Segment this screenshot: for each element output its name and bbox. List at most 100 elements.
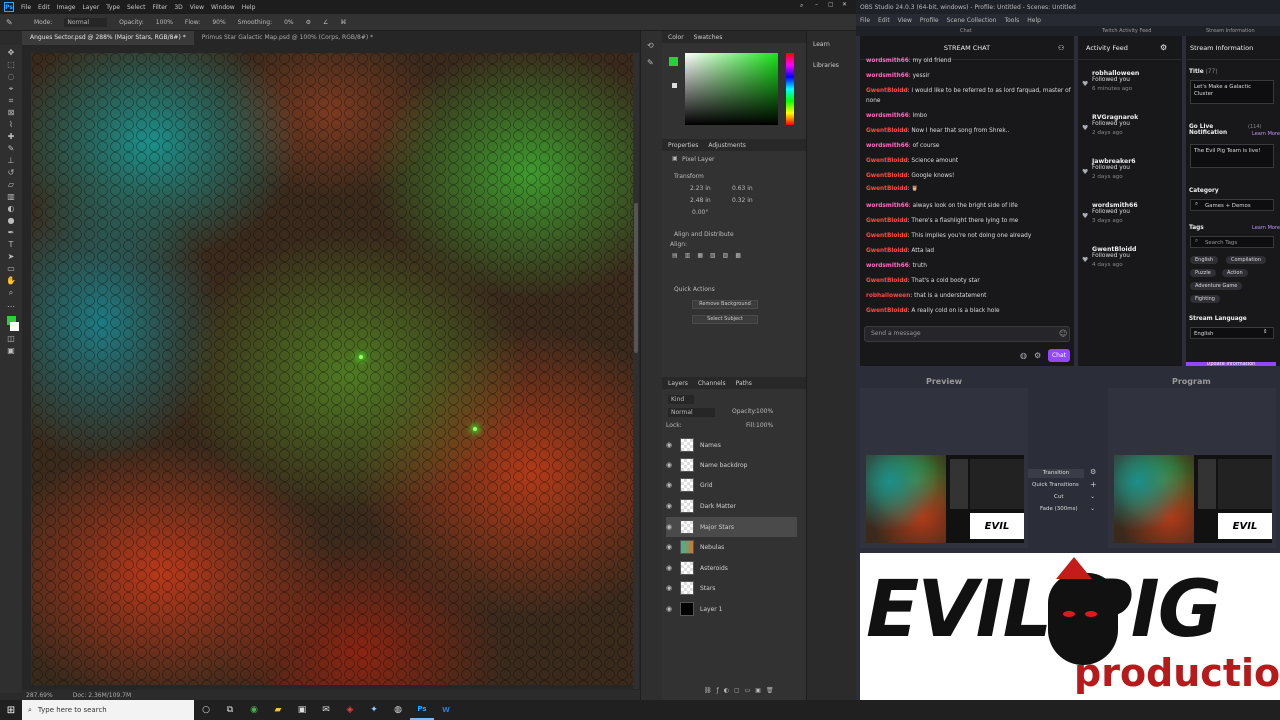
- cortana-icon[interactable]: ○: [194, 700, 218, 720]
- ps-menu-filter[interactable]: Filter: [153, 4, 168, 11]
- update-information-button[interactable]: Update Information: [1186, 362, 1276, 366]
- chevron-down-icon[interactable]: ⌄: [1090, 505, 1095, 512]
- ps-menu-type[interactable]: Type: [106, 4, 120, 11]
- tag-chip[interactable]: Puzzle: [1190, 269, 1216, 277]
- windows-start-icon[interactable]: ⊞: [0, 700, 22, 720]
- go-live-input[interactable]: The Evil Pig Team is live!: [1190, 144, 1274, 168]
- cut-transition[interactable]: Cut: [1054, 494, 1063, 500]
- clone-stamp-tool-icon[interactable]: ⊥: [6, 156, 16, 165]
- language-select[interactable]: English ⇕: [1190, 327, 1274, 339]
- layer-row[interactable]: ◉ Grid: [666, 475, 797, 495]
- tab-angues-sector[interactable]: Angues Sector.psd @ 288% (Major Stars, R…: [22, 31, 194, 45]
- tag-chip[interactable]: Fighting: [1190, 295, 1220, 303]
- tab-swatches[interactable]: Swatches: [694, 34, 723, 41]
- layer-row[interactable]: ◉ Nebulas: [666, 537, 797, 557]
- gear-icon[interactable]: ⚙: [306, 19, 311, 26]
- chat-username[interactable]: GwentBloidd: [866, 248, 908, 254]
- galaxy-map-canvas[interactable]: [31, 53, 633, 685]
- learn-panel-button[interactable]: Learn: [813, 41, 856, 48]
- chat-username[interactable]: wordsmith66: [866, 203, 909, 209]
- obs-icon[interactable]: ◍: [386, 700, 410, 720]
- category-input[interactable]: ⌕ Games + Demos: [1190, 199, 1274, 211]
- tag-search-input[interactable]: ⌕ Search Tags: [1190, 236, 1274, 248]
- obs-menu-tools[interactable]: Tools: [1004, 17, 1019, 24]
- obs-menu-view[interactable]: View: [898, 17, 912, 24]
- activity-item[interactable]: ♥ Jawbreaker6 Followed you 2 days ago: [1082, 158, 1178, 180]
- dodge-tool-icon[interactable]: ●: [6, 216, 16, 225]
- flow-value[interactable]: 90%: [212, 19, 225, 26]
- pen-tool-icon[interactable]: ✒: [6, 228, 16, 237]
- chat-username[interactable]: GwentBloidd: [866, 128, 908, 134]
- libraries-panel-button[interactable]: Libraries: [813, 62, 856, 69]
- maximize-icon[interactable]: ▢: [828, 1, 834, 8]
- transition-button[interactable]: Transition: [1028, 469, 1084, 478]
- tab-properties[interactable]: Properties: [668, 142, 698, 149]
- ps-menu-select[interactable]: Select: [127, 4, 146, 11]
- blur-tool-icon[interactable]: ◐: [6, 204, 16, 213]
- mail-icon[interactable]: ✉: [314, 700, 338, 720]
- layer-row[interactable]: ◉ Stars: [666, 578, 797, 598]
- canvas-vertical-scrollbar[interactable]: [633, 53, 639, 689]
- eyedropper-tool-icon[interactable]: ⌇: [6, 120, 16, 129]
- obs-menu-scene-collection[interactable]: Scene Collection: [947, 17, 997, 24]
- canvas-area[interactable]: [22, 45, 640, 693]
- chat-username[interactable]: wordsmith66: [866, 58, 909, 64]
- chat-input[interactable]: Send a message ☺: [864, 326, 1070, 342]
- brush-icon[interactable]: ✎: [6, 18, 13, 27]
- eye-icon[interactable]: ◉: [666, 584, 674, 592]
- remove-background-button[interactable]: Remove Background: [692, 300, 758, 309]
- scrollbar-thumb[interactable]: [634, 203, 638, 353]
- select-subject-button[interactable]: Select Subject: [692, 315, 758, 324]
- obs-menu-profile[interactable]: Profile: [920, 17, 939, 24]
- more-tools-icon[interactable]: …: [6, 300, 16, 309]
- eraser-tool-icon[interactable]: ▱: [6, 180, 16, 189]
- tag-chip[interactable]: Action: [1222, 269, 1248, 277]
- file-explorer-icon[interactable]: ▰: [266, 700, 290, 720]
- gear-icon[interactable]: ⚙: [1090, 468, 1096, 476]
- tab-layers[interactable]: Layers: [668, 380, 688, 387]
- obs-menu-file[interactable]: File: [860, 17, 870, 24]
- obs-menu-edit[interactable]: Edit: [878, 17, 890, 24]
- eye-icon[interactable]: ◉: [666, 605, 674, 613]
- chevron-down-icon[interactable]: ⌄: [1090, 493, 1095, 500]
- healing-tool-icon[interactable]: ✚: [6, 132, 16, 141]
- chat-username[interactable]: GwentBloidd: [866, 88, 908, 94]
- layer-row[interactable]: ◉ Name backdrop: [666, 455, 797, 475]
- lasso-tool-icon[interactable]: ◌: [6, 72, 16, 81]
- marquee-tool-icon[interactable]: ⬚: [6, 60, 16, 69]
- chat-username[interactable]: GwentBloidd: [866, 218, 908, 224]
- activity-item[interactable]: ♥ robhalloween Followed you 6 minutes ago: [1082, 70, 1178, 92]
- gradient-tool-icon[interactable]: ▥: [6, 192, 16, 201]
- activity-item[interactable]: ♥ wordsmith66 Followed you 3 days ago: [1082, 202, 1178, 224]
- photoshop-taskbar-icon[interactable]: Ps: [410, 700, 434, 720]
- opacity-value[interactable]: 100%: [156, 19, 173, 26]
- emote-icon[interactable]: ☺: [1059, 329, 1067, 338]
- color-picker-field[interactable]: [685, 53, 778, 125]
- layer-row[interactable]: ◉ Asteroids: [666, 558, 797, 578]
- ps-menu-window[interactable]: Window: [211, 4, 235, 11]
- eye-icon[interactable]: ◉: [666, 564, 674, 572]
- eye-icon[interactable]: ◉: [666, 502, 674, 510]
- symmetry-icon[interactable]: ⌘: [340, 19, 346, 26]
- tags-learn-more-link[interactable]: Learn More: [1252, 225, 1280, 231]
- eye-icon[interactable]: ◉: [666, 523, 674, 531]
- layer-blend-mode[interactable]: Normal: [668, 408, 715, 417]
- zoom-level[interactable]: 287.69%: [26, 692, 53, 699]
- activity-item[interactable]: ♥ RVGragnarok Followed you 2 days ago: [1082, 114, 1178, 136]
- angle-icon[interactable]: ∠: [323, 19, 328, 26]
- layer-opacity[interactable]: 100%: [756, 408, 773, 415]
- move-tool-icon[interactable]: ✥: [6, 48, 16, 57]
- quick-select-tool-icon[interactable]: ⌖: [6, 84, 16, 93]
- crop-tool-icon[interactable]: ⌗: [6, 96, 16, 105]
- add-icon[interactable]: +: [1090, 480, 1097, 489]
- layer-fill[interactable]: 100%: [756, 422, 773, 429]
- history-icon[interactable]: ⟲: [647, 41, 662, 50]
- word-icon[interactable]: W: [434, 700, 458, 720]
- close-icon[interactable]: ✕: [842, 1, 847, 8]
- shape-tool-icon[interactable]: ▭: [6, 264, 16, 273]
- frame-tool-icon[interactable]: ⊠: [6, 108, 16, 117]
- chrome-icon[interactable]: ◉: [242, 700, 266, 720]
- ps-menu-image[interactable]: Image: [57, 4, 76, 11]
- taskbar-search[interactable]: ⌕ Type here to search: [22, 700, 194, 720]
- x-field[interactable]: 0.63 in: [732, 185, 753, 192]
